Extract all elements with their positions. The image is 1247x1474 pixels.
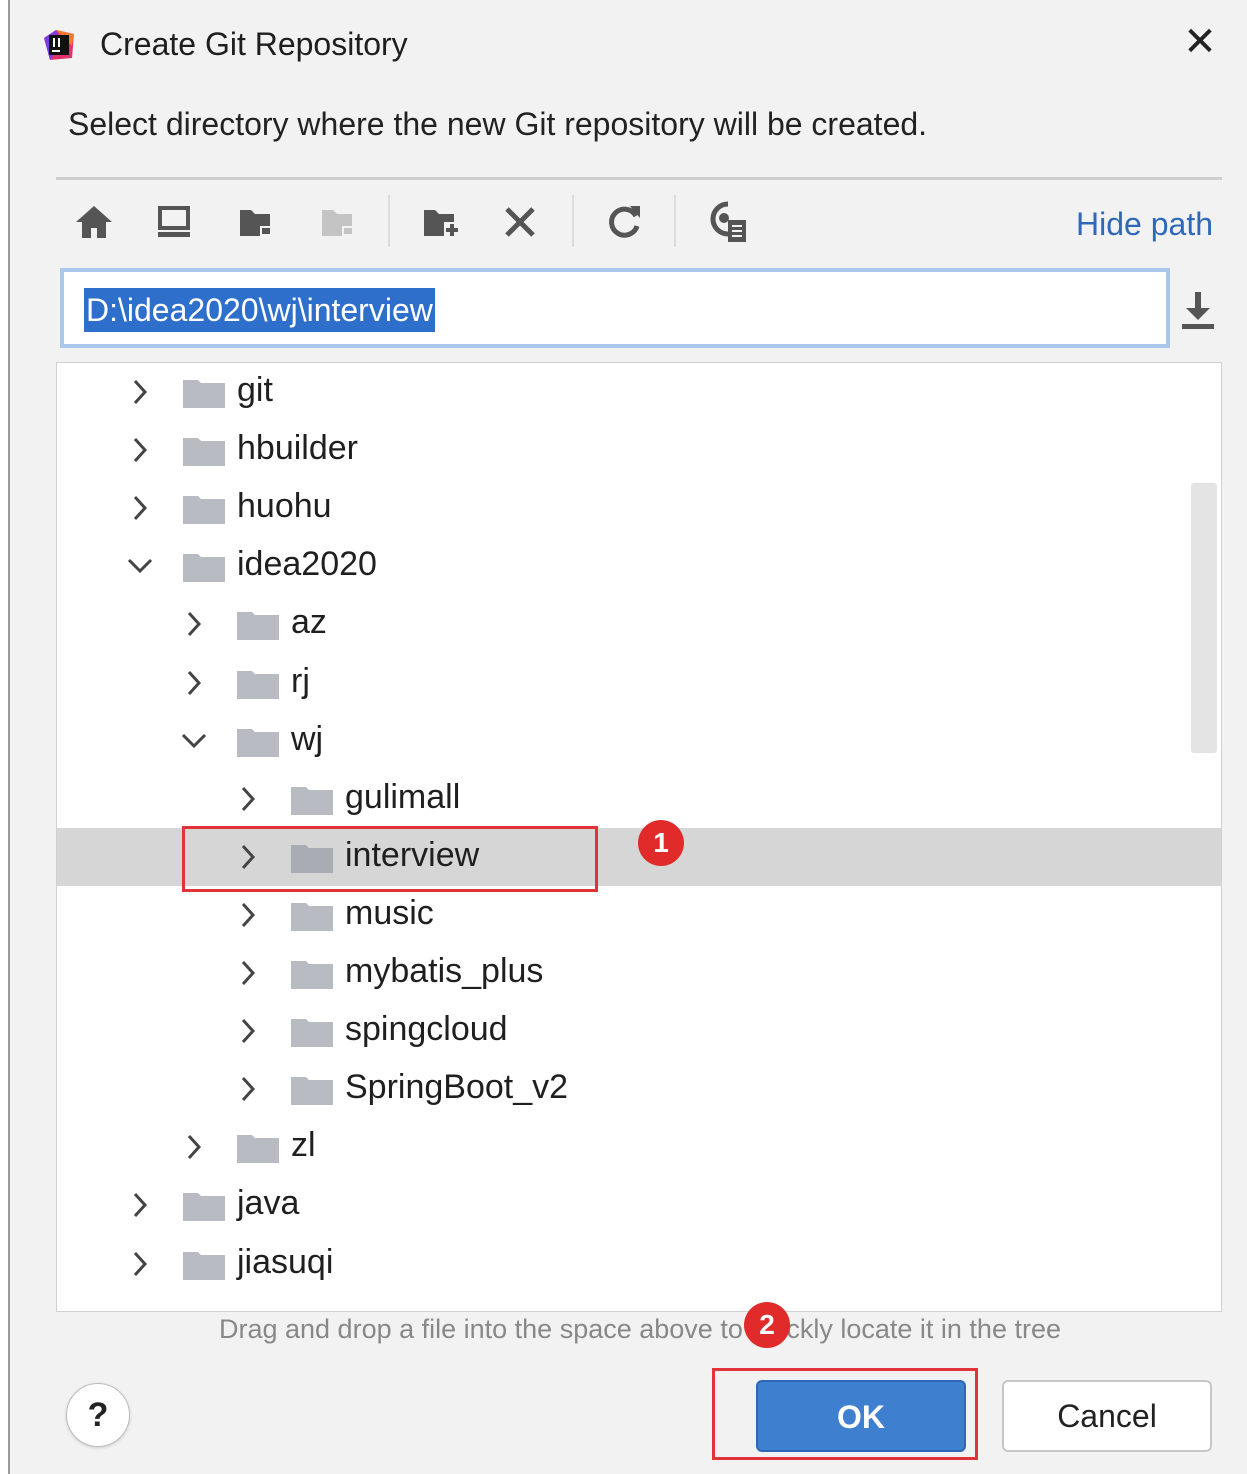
- chevron-right-icon[interactable]: [231, 944, 265, 1002]
- tree-item-git[interactable]: git: [57, 363, 1221, 421]
- tree-item-label: zl: [291, 1126, 316, 1164]
- chevron-right-icon[interactable]: [177, 654, 211, 712]
- dialog-title: Create Git Repository: [100, 26, 408, 62]
- desktop-icon[interactable]: [152, 200, 196, 244]
- tree-item-az[interactable]: az: [57, 595, 1221, 653]
- download-icon[interactable]: [1178, 290, 1218, 332]
- folder-icon: [183, 436, 225, 466]
- annotation-box-ok: [712, 1368, 978, 1460]
- delete-icon[interactable]: [498, 200, 542, 244]
- tree-item-label: az: [291, 603, 327, 641]
- chevron-right-icon[interactable]: [231, 1060, 265, 1118]
- tree-item-label: spingcloud: [345, 1010, 508, 1048]
- annotation-badge-2: 2: [744, 1302, 790, 1348]
- tree-item-label: jiasuqi: [237, 1243, 334, 1281]
- divider: [56, 177, 1222, 180]
- tree-item-zl[interactable]: zl: [57, 1118, 1221, 1176]
- tree-item-label: huohu: [237, 487, 332, 525]
- path-input-value[interactable]: D:\idea2020\wj\interview: [84, 288, 435, 332]
- tree-item-huohu[interactable]: huohu: [57, 479, 1221, 537]
- folder-icon: [237, 610, 279, 640]
- close-icon[interactable]: ✕: [1180, 22, 1220, 62]
- chevron-right-icon[interactable]: [231, 770, 265, 828]
- tree-item-mybatis-plus[interactable]: mybatis_plus: [57, 944, 1221, 1002]
- folder-icon: [291, 1075, 333, 1105]
- folder-icon: [183, 1191, 225, 1221]
- folder-icon: [291, 901, 333, 931]
- tree-item-springboot-v2[interactable]: SpringBoot_v2: [57, 1060, 1221, 1118]
- chevron-right-icon[interactable]: [231, 1002, 265, 1060]
- chevron-right-icon[interactable]: [123, 1235, 157, 1293]
- create-git-repository-dialog: Create Git Repository ✕ Select directory…: [8, 0, 1247, 1474]
- tree-item-label: idea2020: [237, 545, 377, 583]
- dialog-subtitle: Select directory where the new Git repos…: [68, 106, 928, 142]
- toolbar-separator: [388, 195, 390, 247]
- tree-item-label: mybatis_plus: [345, 952, 544, 990]
- folder-icon: [183, 552, 225, 582]
- tree-item-idea2020[interactable]: idea2020: [57, 537, 1221, 595]
- tree-scrollbar[interactable]: [1191, 483, 1217, 753]
- annotation-box-interview: [182, 826, 598, 892]
- project-folder-icon[interactable]: [234, 200, 278, 244]
- chevron-right-icon[interactable]: [123, 421, 157, 479]
- folder-icon: [291, 959, 333, 989]
- tree-item-label: rj: [291, 662, 310, 700]
- folder-icon: [237, 727, 279, 757]
- tree-item-label: git: [237, 371, 273, 409]
- refresh-icon[interactable]: [602, 200, 646, 244]
- tree-item-music[interactable]: music: [57, 886, 1221, 944]
- tree-item-label: wj: [291, 720, 324, 758]
- annotation-badge-1: 1: [638, 820, 684, 866]
- chevron-right-icon[interactable]: [123, 479, 157, 537]
- tree-item-hbuilder[interactable]: hbuilder: [57, 421, 1221, 479]
- folder-icon: [183, 1250, 225, 1280]
- folder-icon: [291, 1017, 333, 1047]
- tree-item-label: gulimall: [345, 778, 461, 816]
- folder-icon: [183, 494, 225, 524]
- tree-item-rj[interactable]: rj: [57, 654, 1221, 712]
- module-folder-icon: [316, 200, 360, 244]
- intellij-app-icon: [44, 30, 74, 60]
- tree-item-java[interactable]: java: [57, 1176, 1221, 1234]
- folder-icon: [237, 1133, 279, 1163]
- tree-item-wj[interactable]: wj: [57, 712, 1221, 770]
- tree-item-label: SpringBoot_v2: [345, 1068, 569, 1106]
- chevron-down-icon[interactable]: [123, 537, 157, 595]
- cancel-button[interactable]: Cancel: [1002, 1380, 1212, 1452]
- new-folder-icon[interactable]: [420, 200, 464, 244]
- toolbar-separator: [674, 195, 676, 247]
- path-input[interactable]: D:\idea2020\wj\interview: [60, 268, 1170, 348]
- toolbar-separator: [572, 195, 574, 247]
- chevron-down-icon[interactable]: [177, 712, 211, 770]
- tree-item-label: hbuilder: [237, 429, 358, 467]
- chevron-right-icon[interactable]: [123, 363, 157, 421]
- tree-item-jiasuqi[interactable]: jiasuqi: [57, 1235, 1221, 1293]
- chevron-right-icon[interactable]: [123, 1176, 157, 1234]
- chevron-right-icon[interactable]: [177, 1118, 211, 1176]
- hide-path-link[interactable]: Hide path: [1076, 206, 1213, 243]
- folder-icon: [237, 669, 279, 699]
- drag-drop-hint: Drag and drop a file into the space abov…: [218, 1314, 1061, 1344]
- chevron-right-icon[interactable]: [177, 595, 211, 653]
- help-button[interactable]: ?: [66, 1383, 130, 1447]
- folder-icon: [291, 785, 333, 815]
- home-icon[interactable]: [72, 200, 116, 244]
- chevron-right-icon[interactable]: [231, 886, 265, 944]
- tree-item-label: java: [237, 1184, 300, 1222]
- folder-icon: [183, 378, 225, 408]
- show-hidden-icon[interactable]: [706, 200, 750, 244]
- tree-item-label: music: [345, 894, 434, 932]
- tree-item-spingcloud[interactable]: spingcloud: [57, 1002, 1221, 1060]
- tree-item-gulimall[interactable]: gulimall: [57, 770, 1221, 828]
